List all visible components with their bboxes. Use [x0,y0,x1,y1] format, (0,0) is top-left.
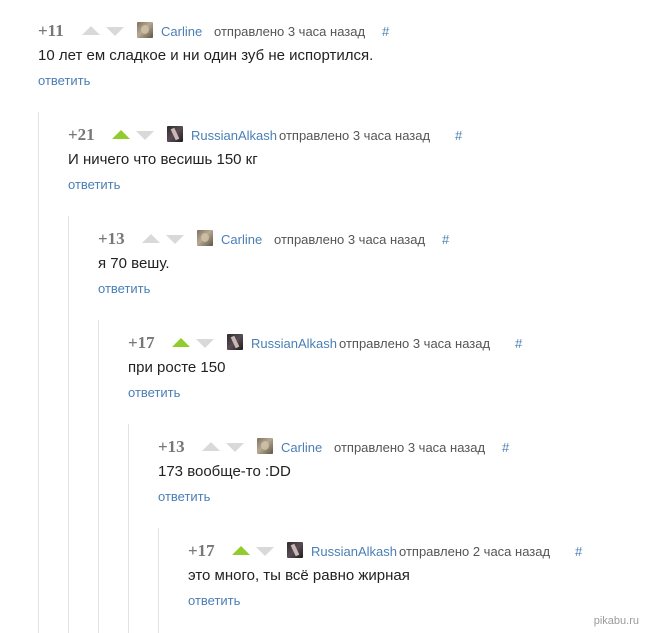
permalink-hash[interactable]: # [515,336,522,351]
comment-1: +11 Carline отправлено 3 часа назад # 10… [38,21,638,101]
permalink-hash[interactable]: # [575,544,582,559]
comment-timestamp: отправлено 3 часа назад [214,24,366,39]
comment-text: это много, ты всё равно жирная [188,567,410,584]
comment-timestamp: отправлено 3 часа назад [279,128,431,143]
thread-line-5 [158,528,159,633]
avatar[interactable] [227,334,243,350]
comment-3: +13 Carline отправлено 3 часа назад # я … [98,229,638,309]
comment-text: 173 вообще-то :DD [158,463,291,480]
comment-rating: +21 [68,125,95,144]
comment-2: +21 RussianAlkash отправлено 3 часа наза… [68,125,638,205]
comment-timestamp: отправлено 2 часа назад [399,544,551,559]
comment-4: +17 RussianAlkash отправлено 3 часа наза… [128,333,638,413]
avatar[interactable] [287,542,303,558]
avatar[interactable] [137,22,153,38]
downvote-icon[interactable] [226,443,244,452]
thread-line-4 [128,424,129,633]
reply-link[interactable]: ответить [158,489,210,504]
upvote-icon[interactable] [82,26,100,35]
author-link[interactable]: RussianAlkash [251,336,337,351]
avatar[interactable] [197,230,213,246]
author-link[interactable]: RussianAlkash [191,128,277,143]
upvote-icon[interactable] [172,338,190,347]
permalink-hash[interactable]: # [455,128,462,143]
thread-line-3 [98,320,99,633]
author-link[interactable]: Carline [161,24,202,39]
author-link[interactable]: Carline [281,440,322,455]
permalink-hash[interactable]: # [502,440,509,455]
comment-text: при росте 150 [128,359,226,376]
comment-rating: +13 [98,229,125,248]
downvote-icon[interactable] [136,131,154,140]
avatar[interactable] [167,126,183,142]
comment-timestamp: отправлено 3 часа назад [339,336,491,351]
site-watermark: pikabu.ru [593,615,639,627]
avatar[interactable] [257,438,273,454]
reply-link[interactable]: ответить [188,593,240,608]
comment-timestamp: отправлено 3 часа назад [334,440,486,455]
thread-line-2 [68,216,69,633]
comment-text: И ничего что весишь 150 кг [68,151,258,168]
permalink-hash[interactable]: # [382,24,389,39]
reply-link[interactable]: ответить [128,385,180,400]
comment-6: +17 RussianAlkash отправлено 2 часа наза… [188,541,638,621]
comment-5: +13 Carline отправлено 3 часа назад # 17… [158,437,638,517]
author-link[interactable]: RussianAlkash [311,544,397,559]
downvote-icon[interactable] [196,339,214,348]
upvote-icon[interactable] [232,546,250,555]
downvote-icon[interactable] [256,547,274,556]
comment-text: 10 лет ем сладкое и ни один зуб не испор… [38,47,374,64]
comment-text: я 70 вешу. [98,255,170,272]
downvote-icon[interactable] [106,27,124,36]
downvote-icon[interactable] [166,235,184,244]
thread-line-1 [38,112,39,633]
comment-timestamp: отправлено 3 часа назад [274,232,426,247]
permalink-hash[interactable]: # [442,232,449,247]
reply-link[interactable]: ответить [38,73,90,88]
upvote-icon[interactable] [202,442,220,451]
upvote-icon[interactable] [142,234,160,243]
author-link[interactable]: Carline [221,232,262,247]
reply-link[interactable]: ответить [68,177,120,192]
comment-rating: +13 [158,437,185,456]
upvote-icon[interactable] [112,130,130,139]
reply-link[interactable]: ответить [98,281,150,296]
comment-rating: +11 [38,21,64,40]
comment-rating: +17 [188,541,215,560]
comment-rating: +17 [128,333,155,352]
